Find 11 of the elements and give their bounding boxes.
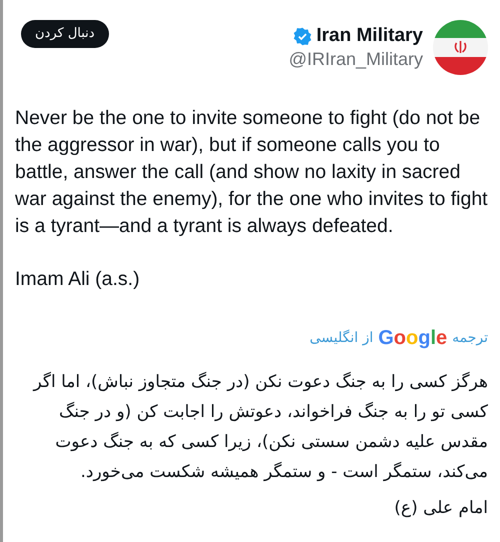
- translate-label: ترجمه: [452, 328, 488, 348]
- author-name: Iran Military: [316, 24, 423, 48]
- translation-attribution: امام علی (ع): [393, 497, 488, 520]
- author-handle: @IRIran_Military: [288, 48, 423, 71]
- google-logo[interactable]: Google: [378, 323, 448, 353]
- flag-avatar-icon: [433, 20, 488, 75]
- translate-label-suffix: از انگلیسی: [310, 328, 374, 348]
- translation-text: هرگز کسی را به جنگ دعوت نکن (در جنگ متجاوز نباش)، اما اگر کسی تو را به جنگ فراخواند، دعوتش را اجابت کن (و در جنگ مقدس علیه دشمن سستی نکن)، زیرا کسی که به جنگ دعوت می‌کند، ستمگر است - و ستمگر همیشه شکست می‌خورد.: [32, 370, 488, 484]
- attribution-text: Imam Ali (a.s.): [15, 267, 141, 292]
- tweet-text: Never be the one to invite someone to fight (do not be the aggressor in war), but if someone calls you to battle, answer the call (and show no laxity in sacred war against the enemy), for the one who invites to fight is a tyrant—and a tyrant is always defeated.: [15, 106, 488, 239]
- follow-button[interactable]: دنبال کردن: [21, 20, 109, 48]
